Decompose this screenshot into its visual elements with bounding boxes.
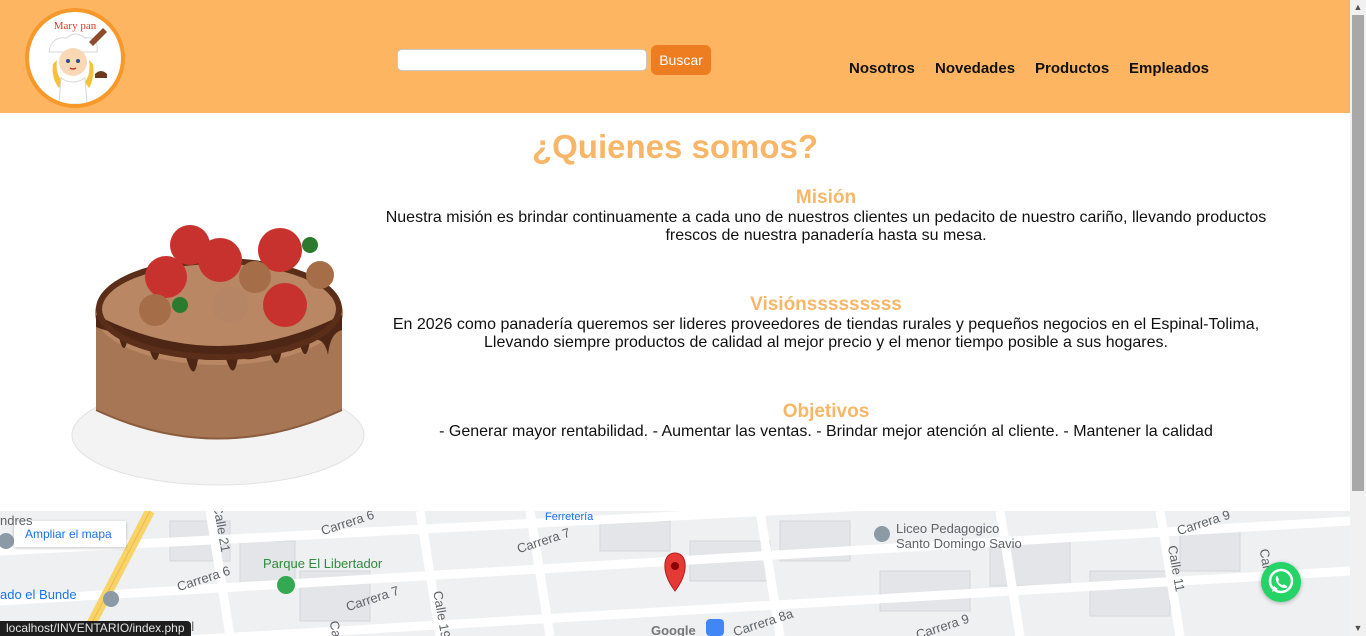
mision-heading: Misión (795, 187, 857, 208)
scroll-down-icon[interactable]: ▼ (1350, 621, 1366, 636)
scroll-thumb[interactable] (1352, 15, 1364, 491)
whatsapp-icon (1268, 568, 1294, 594)
map-label: Parque El Libertador (263, 556, 383, 571)
whatsapp-button[interactable] (1261, 562, 1301, 602)
page-scrollbar[interactable]: ▲ ▼ (1350, 0, 1366, 636)
map-label: ndres (0, 513, 33, 528)
objetivos-heading: Objetivos (782, 401, 870, 422)
nav-nosotros[interactable]: Nosotros (849, 60, 915, 77)
nav-productos[interactable]: Productos (1035, 60, 1109, 77)
map-label: Santo Domingo Savio (896, 536, 1022, 551)
search-button[interactable]: Buscar (651, 45, 711, 75)
scroll-up-icon[interactable]: ▲ (1350, 0, 1366, 15)
nav-novedades[interactable]: Novedades (935, 60, 1015, 77)
status-bar-url: localhost/INVENTARIO/index.php (0, 621, 191, 636)
map-label: Liceo Pedagogico (896, 521, 1000, 536)
chocolate-cake-image (71, 225, 365, 486)
site-header: Mary pan Buscar Nosotros Novedades Produ… (0, 0, 1350, 113)
nav-empleados[interactable]: Empleados (1129, 60, 1209, 77)
vision-heading: Visiónsssssssss (750, 294, 902, 315)
search-input[interactable] (397, 49, 647, 71)
mision-text: Nuestra misión es brindar continuamente … (385, 209, 1267, 244)
objetivos-text: - Generar mayor rentabilidad. - Aumentar… (439, 423, 1213, 440)
page-title: ¿Quienes somos? (531, 128, 819, 165)
mary-pan-logo[interactable]: Mary pan (25, 8, 125, 108)
map-label: Ferretería (545, 511, 594, 523)
page: Mary pan Buscar Nosotros Novedades Produ… (0, 0, 1366, 636)
google-logo: Google (651, 623, 696, 636)
google-map[interactable]: Ampliar el mapa ndres Carrera 6 Calle 21… (0, 511, 1350, 636)
map-label: ado el Bunde (0, 587, 77, 602)
baker-illustration (48, 28, 107, 104)
vision-text: En 2026 como panadería queremos ser lide… (392, 316, 1260, 351)
